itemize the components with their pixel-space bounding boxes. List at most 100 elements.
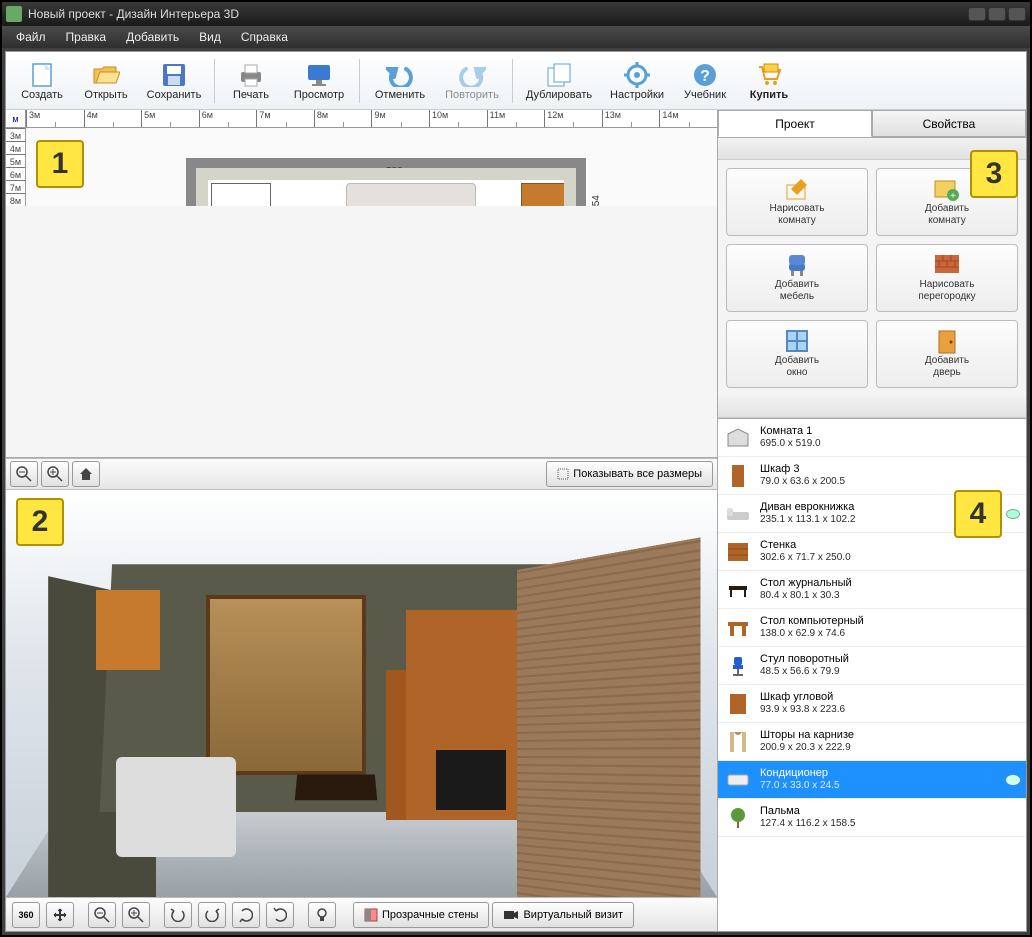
furniture-wardrobe[interactable]: [211, 183, 271, 206]
dim-label: 154: [591, 195, 602, 206]
tool-add-door[interactable]: Добавитьдверь: [876, 320, 1018, 388]
tv-3d[interactable]: [436, 750, 506, 810]
light-button[interactable]: [308, 902, 336, 928]
gear-icon: [622, 61, 652, 89]
zoom-in-button[interactable]: [41, 461, 69, 487]
preview-button[interactable]: Просмотр: [285, 54, 353, 108]
tool-draw-partition[interactable]: Нарисоватьперегородку: [876, 244, 1018, 312]
list-item[interactable]: Кондиционер77.0 x 33.0 x 24.5: [718, 761, 1026, 799]
print-button[interactable]: Печать: [221, 54, 281, 108]
list-item[interactable]: Стол журнальный80.4 x 80.1 x 30.3: [718, 571, 1026, 609]
object-icon: [724, 728, 752, 756]
dim-label: 582: [386, 166, 403, 177]
zoom-out-3d-button[interactable]: [88, 902, 116, 928]
manual-button[interactable]: ? Учебник: [675, 54, 735, 108]
svg-text:+: +: [950, 191, 956, 201]
create-button[interactable]: Создать: [12, 54, 72, 108]
close-button[interactable]: [1008, 7, 1026, 21]
app-window: Новый проект - Дизайн Интерьера 3D Файл …: [0, 0, 1032, 937]
duplicate-icon: [544, 61, 574, 89]
object-dim: 138.0 x 62.9 x 74.6: [760, 628, 1020, 640]
object-dim: 127.4 x 116.2 x 158.5: [760, 818, 1020, 830]
list-item[interactable]: Шторы на карнизе200.9 x 20.3 x 222.9: [718, 723, 1026, 761]
tabs: Проект Свойства: [718, 110, 1026, 138]
monitor-icon: [304, 61, 334, 89]
home-button[interactable]: [72, 461, 100, 487]
tab-properties[interactable]: Свойства: [872, 110, 1026, 137]
furniture-sofa-top[interactable]: [346, 183, 476, 206]
zoom-out-button[interactable]: [10, 461, 38, 487]
object-name: Пальма: [760, 805, 1020, 818]
rotate-right-button[interactable]: [198, 902, 226, 928]
section-head-objects: [718, 396, 1026, 418]
list-item[interactable]: Стул поворотный48.5 x 56.6 x 79.9: [718, 647, 1026, 685]
furniture-wardrobe[interactable]: [521, 183, 571, 206]
object-name: Стол компьютерный: [760, 615, 1020, 628]
tilt-up-button[interactable]: [266, 902, 294, 928]
object-dim: 79.0 x 63.6 x 200.5: [760, 476, 1020, 488]
plan-canvas[interactable]: 32,52 582 489 95 665 347 см 154 159 65 с…: [26, 128, 717, 206]
object-icon: [724, 462, 752, 490]
badge-3: 3: [970, 150, 1018, 198]
undo-button[interactable]: Отменить: [366, 54, 434, 108]
virtual-visit-button[interactable]: Виртуальный визит: [492, 902, 634, 928]
menu-edit[interactable]: Правка: [56, 27, 117, 47]
tool-add-window[interactable]: Добавитьокно: [726, 320, 868, 388]
view-3d[interactable]: 2: [6, 490, 717, 897]
ruler-unit: м: [6, 110, 26, 128]
buy-button[interactable]: Купить: [739, 54, 799, 108]
badge-1: 1: [36, 140, 84, 188]
zoom-in-3d-button[interactable]: [122, 902, 150, 928]
menu-help[interactable]: Справка: [231, 27, 298, 47]
room-outline[interactable]: 32,52 582 489 95 665: [186, 158, 586, 206]
ruler-horizontal: 3м4м5м6м7м8м9м10м11м12м13м14м: [26, 110, 717, 128]
pan-button[interactable]: [46, 902, 74, 928]
menu-add[interactable]: Добавить: [116, 27, 189, 47]
object-icon: [724, 804, 752, 832]
rotate-360-button[interactable]: 360: [12, 902, 40, 928]
object-name: Стол журнальный: [760, 577, 1020, 590]
titlebar[interactable]: Новый проект - Дизайн Интерьера 3D: [2, 2, 1030, 26]
list-item[interactable]: Пальма127.4 x 116.2 x 158.5: [718, 799, 1026, 837]
left-column: м 3м4м5м6м7м8м9м10м11м12м13м14м 3м4м5м6м…: [6, 110, 718, 931]
minimize-button[interactable]: [968, 7, 986, 21]
maximize-button[interactable]: [988, 7, 1006, 21]
duplicate-button[interactable]: Дублировать: [519, 54, 599, 108]
separator: [512, 59, 513, 103]
list-item[interactable]: Шкаф угловой93.9 x 93.8 x 223.6: [718, 685, 1026, 723]
tool-draw-room[interactable]: Нарисоватькомнату: [726, 168, 868, 236]
wardrobe-3d[interactable]: [96, 590, 160, 670]
object-dim: 695.0 x 519.0: [760, 438, 1020, 450]
coffee-table-3d[interactable]: [295, 775, 378, 801]
menu-view[interactable]: Вид: [189, 27, 231, 47]
curtains-3d[interactable]: [206, 595, 366, 775]
eye-icon[interactable]: [1006, 509, 1020, 519]
object-icon: [724, 424, 752, 452]
pencil-room-icon: [783, 177, 811, 201]
list-item[interactable]: Стол компьютерный138.0 x 62.9 x 74.6: [718, 609, 1026, 647]
tool-add-furniture[interactable]: Добавитьмебель: [726, 244, 868, 312]
menu-file[interactable]: Файл: [6, 27, 56, 47]
eye-icon[interactable]: [1006, 775, 1020, 785]
tilt-down-button[interactable]: [232, 902, 260, 928]
rotate-left-button[interactable]: [164, 902, 192, 928]
list-item[interactable]: Стенка302.6 x 71.7 x 250.0: [718, 533, 1026, 571]
save-button[interactable]: Сохранить: [140, 54, 208, 108]
redo-button[interactable]: Повторить: [438, 54, 506, 108]
open-button[interactable]: Открыть: [76, 54, 136, 108]
sofa-3d[interactable]: [116, 757, 236, 857]
separator: [359, 59, 360, 103]
settings-button[interactable]: Настройки: [603, 54, 671, 108]
undo-icon: [385, 61, 415, 89]
help-icon: ?: [690, 61, 720, 89]
object-dim: 93.9 x 93.8 x 223.6: [760, 704, 1020, 716]
list-item[interactable]: Комната 1695.0 x 519.0: [718, 419, 1026, 457]
show-dimensions-button[interactable]: Показывать все размеры: [546, 461, 713, 487]
tab-project[interactable]: Проект: [718, 110, 872, 137]
object-dim: 48.5 x 56.6 x 79.9: [760, 666, 1020, 678]
transparent-walls-button[interactable]: Прозрачные стены: [353, 902, 489, 928]
cart-icon: [754, 61, 784, 89]
window-icon: [783, 329, 811, 353]
wall-right-3d: [517, 537, 700, 897]
main-toolbar: Создать Открыть Сохранить Печать Просмот…: [6, 52, 1026, 110]
